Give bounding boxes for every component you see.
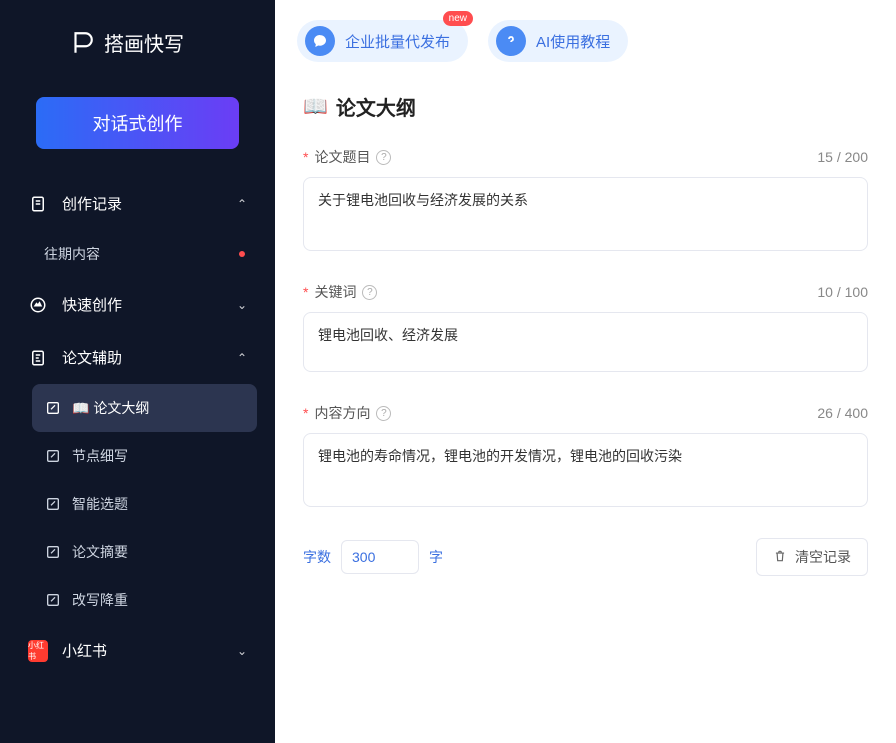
char-counter: 10 / 100 — [817, 284, 868, 300]
help-icon[interactable]: ? — [376, 406, 391, 421]
crown-icon — [28, 295, 48, 315]
nav-group-quick-create: 快速创作 ⌄ — [0, 278, 275, 331]
chevron-up-icon: ⌃ — [237, 197, 247, 211]
logo-icon — [68, 29, 96, 57]
pill-label: 企业批量代发布 — [345, 31, 450, 52]
field-label: 内容方向 — [314, 403, 370, 423]
field-paper-title: * 论文题目 ? 15 / 200 — [303, 147, 868, 256]
sidebar-item-label: 节点细写 — [72, 446, 128, 466]
edit-icon — [44, 591, 62, 609]
page-title: 📖 论文大纲 — [303, 92, 868, 121]
nav-group-creation-records: 创作记录 ⌃ 往期内容 — [0, 177, 275, 278]
word-count-input[interactable] — [341, 540, 419, 574]
sidebar-item-paper-abstract[interactable]: 论文摘要 — [32, 528, 257, 576]
page-title-text: 论文大纲 — [336, 92, 416, 121]
nav-label: 创作记录 — [62, 193, 122, 214]
chevron-down-icon: ⌄ — [237, 298, 247, 312]
book-icon: 📖 — [303, 94, 328, 119]
sidebar-item-node-detail[interactable]: 节点细写 — [32, 432, 257, 480]
doc-lines-icon — [28, 348, 48, 368]
conversational-create-button[interactable]: 对话式创作 — [36, 97, 239, 149]
main: 企业批量代发布 new AI使用教程 📖 论文大纲 * 论文题目 ? 15 / … — [275, 0, 896, 743]
nav-header-creation-records[interactable]: 创作记录 ⌃ — [18, 177, 257, 230]
pill-label: AI使用教程 — [536, 31, 610, 52]
char-counter: 15 / 200 — [817, 149, 868, 165]
edit-icon — [44, 495, 62, 513]
clear-records-button[interactable]: 清空记录 — [756, 538, 868, 576]
required-mark: * — [303, 149, 308, 165]
chevron-up-icon: ⌃ — [237, 351, 247, 365]
sidebar-item-label: 往期内容 — [44, 244, 100, 264]
field-label: 论文题目 — [314, 147, 370, 167]
char-counter: 26 / 400 — [817, 405, 868, 421]
notification-dot-icon — [239, 251, 245, 257]
clear-label: 清空记录 — [795, 547, 851, 567]
help-icon[interactable]: ? — [376, 150, 391, 165]
logo-text: 搭画快写 — [104, 28, 184, 57]
doc-icon — [28, 194, 48, 214]
nav-header-paper-assist[interactable]: 论文辅助 ⌃ — [18, 331, 257, 384]
paper-title-input[interactable] — [303, 177, 868, 251]
sidebar: 搭画快写 对话式创作 创作记录 ⌃ 往期内容 — [0, 0, 275, 743]
ai-tutorial-button[interactable]: AI使用教程 — [488, 20, 628, 62]
required-mark: * — [303, 405, 308, 421]
sidebar-item-rewrite-reduce[interactable]: 改写降重 — [32, 576, 257, 624]
word-count-label: 字数 — [303, 547, 331, 567]
nav-group-xiaohongshu: 小红书 小红书 ⌄ — [0, 624, 275, 677]
sidebar-item-paper-outline[interactable]: 📖 论文大纲 — [32, 384, 257, 432]
chevron-down-icon: ⌄ — [237, 644, 247, 658]
sidebar-item-label: 📖 论文大纲 — [72, 398, 149, 418]
sidebar-item-label: 改写降重 — [72, 590, 128, 610]
keywords-input[interactable] — [303, 312, 868, 372]
nav: 创作记录 ⌃ 往期内容 快速创作 ⌄ — [0, 177, 275, 743]
nav-label: 小红书 — [62, 640, 107, 661]
chat-icon — [305, 26, 335, 56]
direction-input[interactable] — [303, 433, 868, 507]
new-badge: new — [443, 11, 473, 26]
edit-icon — [44, 399, 62, 417]
sidebar-item-smart-topic[interactable]: 智能选题 — [32, 480, 257, 528]
help-icon[interactable]: ? — [362, 285, 377, 300]
content: 📖 论文大纲 * 论文题目 ? 15 / 200 * 关键词 ? 10 / 10… — [275, 74, 896, 743]
field-direction: * 内容方向 ? 26 / 400 — [303, 403, 868, 512]
field-keywords: * 关键词 ? 10 / 100 — [303, 282, 868, 377]
nav-header-xiaohongshu[interactable]: 小红书 小红书 ⌄ — [18, 624, 257, 677]
edit-icon — [44, 543, 62, 561]
app-logo: 搭画快写 — [0, 0, 275, 81]
nav-group-paper-assist: 论文辅助 ⌃ 📖 论文大纲 节点细写 智能选题 论文摘要 — [0, 331, 275, 624]
bottom-controls: 字数 字 清空记录 — [303, 538, 868, 576]
edit-icon — [44, 447, 62, 465]
nav-header-quick-create[interactable]: 快速创作 ⌄ — [18, 278, 257, 331]
field-label: 关键词 — [314, 282, 356, 302]
question-icon — [496, 26, 526, 56]
nav-label: 论文辅助 — [62, 347, 122, 368]
trash-icon — [773, 549, 787, 566]
enterprise-publish-button[interactable]: 企业批量代发布 new — [297, 20, 468, 62]
required-mark: * — [303, 284, 308, 300]
word-unit-label: 字 — [429, 547, 443, 567]
nav-label: 快速创作 — [62, 294, 122, 315]
sidebar-item-label: 智能选题 — [72, 494, 128, 514]
sidebar-item-label: 论文摘要 — [72, 542, 128, 562]
topbar: 企业批量代发布 new AI使用教程 — [275, 0, 896, 74]
xiaohongshu-icon: 小红书 — [28, 641, 48, 661]
sidebar-item-past-content[interactable]: 往期内容 — [32, 230, 257, 278]
